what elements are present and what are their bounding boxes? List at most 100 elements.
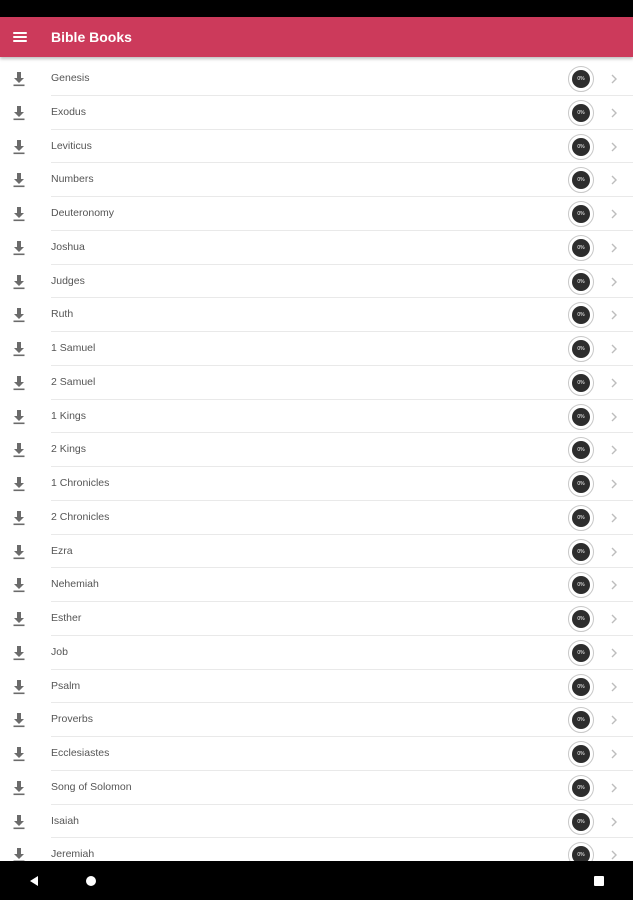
book-row[interactable]: Leviticus 0%: [0, 130, 633, 164]
download-icon[interactable]: [12, 611, 26, 627]
hamburger-menu-icon[interactable]: [0, 17, 40, 57]
book-row[interactable]: 1 Chronicles 0%: [0, 467, 633, 501]
download-icon[interactable]: [12, 341, 26, 357]
download-icon[interactable]: [12, 409, 26, 425]
download-icon[interactable]: [12, 476, 26, 492]
book-row[interactable]: Jeremiah 0%: [0, 838, 633, 861]
download-icon[interactable]: [12, 847, 26, 861]
chevron-right-icon[interactable]: [608, 241, 620, 255]
chevron-right-icon[interactable]: [608, 713, 620, 727]
book-row[interactable]: Deuteronomy 0%: [0, 197, 633, 231]
download-icon[interactable]: [12, 375, 26, 391]
chevron-right-icon[interactable]: [608, 72, 620, 86]
chevron-right-icon[interactable]: [608, 275, 620, 289]
download-icon[interactable]: [12, 544, 26, 560]
download-icon[interactable]: [12, 105, 26, 121]
book-name: Ruth: [51, 308, 74, 321]
book-row[interactable]: Ecclesiastes 0%: [0, 737, 633, 771]
download-icon[interactable]: [12, 442, 26, 458]
progress-label: 0%: [572, 272, 590, 291]
chevron-right-icon[interactable]: [608, 612, 620, 626]
download-icon[interactable]: [12, 240, 26, 256]
recents-icon[interactable]: [592, 874, 606, 888]
book-row[interactable]: 2 Samuel 0%: [0, 366, 633, 400]
progress-label: 0%: [572, 711, 590, 730]
book-name: Exodus: [51, 105, 87, 118]
back-icon[interactable]: [27, 874, 41, 888]
chevron-right-icon[interactable]: [608, 680, 620, 694]
book-row[interactable]: 2 Chronicles 0%: [0, 501, 633, 535]
chevron-right-icon[interactable]: [608, 815, 620, 829]
home-icon[interactable]: [84, 874, 98, 888]
book-name: Genesis: [51, 72, 90, 84]
download-icon[interactable]: [12, 274, 26, 290]
book-row[interactable]: Job 0%: [0, 636, 633, 670]
book-row[interactable]: Ruth 0%: [0, 298, 633, 332]
book-list[interactable]: Genesis 0% Exodus 0% Leviticus 0% Numbers 0% Deu…: [0, 62, 633, 861]
chevron-right-icon[interactable]: [608, 342, 620, 356]
chevron-right-icon[interactable]: [608, 207, 620, 221]
chevron-right-icon[interactable]: [608, 747, 620, 761]
chevron-right-icon[interactable]: [608, 511, 620, 525]
download-icon[interactable]: [12, 510, 26, 526]
book-row[interactable]: Genesis 0%: [0, 62, 633, 96]
chevron-right-icon[interactable]: [608, 410, 620, 424]
book-row[interactable]: 1 Samuel 0%: [0, 332, 633, 366]
book-name: Jeremiah: [51, 848, 95, 861]
book-row[interactable]: Isaiah 0%: [0, 805, 633, 839]
chevron-right-icon[interactable]: [608, 443, 620, 457]
chevron-right-icon[interactable]: [608, 477, 620, 491]
book-row[interactable]: Ezra 0%: [0, 535, 633, 569]
book-name: 2 Kings: [51, 443, 87, 456]
download-icon[interactable]: [12, 645, 26, 661]
status-bar: [0, 0, 633, 17]
chevron-right-icon[interactable]: [608, 106, 620, 120]
progress-indicator: 0%: [568, 808, 594, 835]
chevron-right-icon[interactable]: [608, 140, 620, 154]
progress-indicator: 0%: [568, 707, 594, 734]
download-icon[interactable]: [12, 746, 26, 762]
book-row[interactable]: Proverbs 0%: [0, 703, 633, 737]
chevron-right-icon[interactable]: [608, 781, 620, 795]
progress-label: 0%: [572, 576, 590, 595]
book-row[interactable]: Judges 0%: [0, 265, 633, 299]
book-name: Job: [51, 645, 68, 658]
progress-label: 0%: [572, 778, 590, 797]
progress-indicator: 0%: [568, 538, 594, 565]
book-row[interactable]: Numbers 0%: [0, 163, 633, 197]
book-name: Proverbs: [51, 713, 94, 726]
download-icon[interactable]: [12, 679, 26, 695]
book-row[interactable]: Psalm 0%: [0, 670, 633, 704]
download-icon[interactable]: [12, 307, 26, 323]
download-icon[interactable]: [12, 712, 26, 728]
progress-indicator: 0%: [568, 369, 594, 396]
book-row[interactable]: Esther 0%: [0, 602, 633, 636]
book-row[interactable]: Exodus 0%: [0, 96, 633, 130]
book-row[interactable]: Song of Solomon 0%: [0, 771, 633, 805]
book-row[interactable]: Joshua 0%: [0, 231, 633, 265]
chevron-right-icon[interactable]: [608, 646, 620, 660]
book-row[interactable]: 2 Kings 0%: [0, 433, 633, 467]
download-icon[interactable]: [12, 577, 26, 593]
download-icon[interactable]: [12, 172, 26, 188]
chevron-right-icon[interactable]: [608, 376, 620, 390]
progress-label: 0%: [572, 643, 590, 662]
chevron-right-icon[interactable]: [608, 545, 620, 559]
book-name: 2 Samuel: [51, 375, 96, 388]
progress-indicator: 0%: [568, 99, 594, 126]
download-icon[interactable]: [12, 780, 26, 796]
chevron-right-icon[interactable]: [608, 173, 620, 187]
progress-indicator: 0%: [568, 234, 594, 261]
book-row[interactable]: Nehemiah 0%: [0, 568, 633, 602]
chevron-right-icon[interactable]: [608, 848, 620, 861]
download-icon[interactable]: [12, 139, 26, 155]
download-icon[interactable]: [12, 814, 26, 830]
download-icon[interactable]: [12, 71, 26, 87]
book-row[interactable]: 1 Kings 0%: [0, 400, 633, 434]
progress-indicator: 0%: [568, 437, 594, 464]
download-icon[interactable]: [12, 206, 26, 222]
progress-label: 0%: [572, 812, 590, 831]
chevron-right-icon[interactable]: [608, 308, 620, 322]
chevron-right-icon[interactable]: [608, 578, 620, 592]
progress-indicator: 0%: [568, 572, 594, 599]
